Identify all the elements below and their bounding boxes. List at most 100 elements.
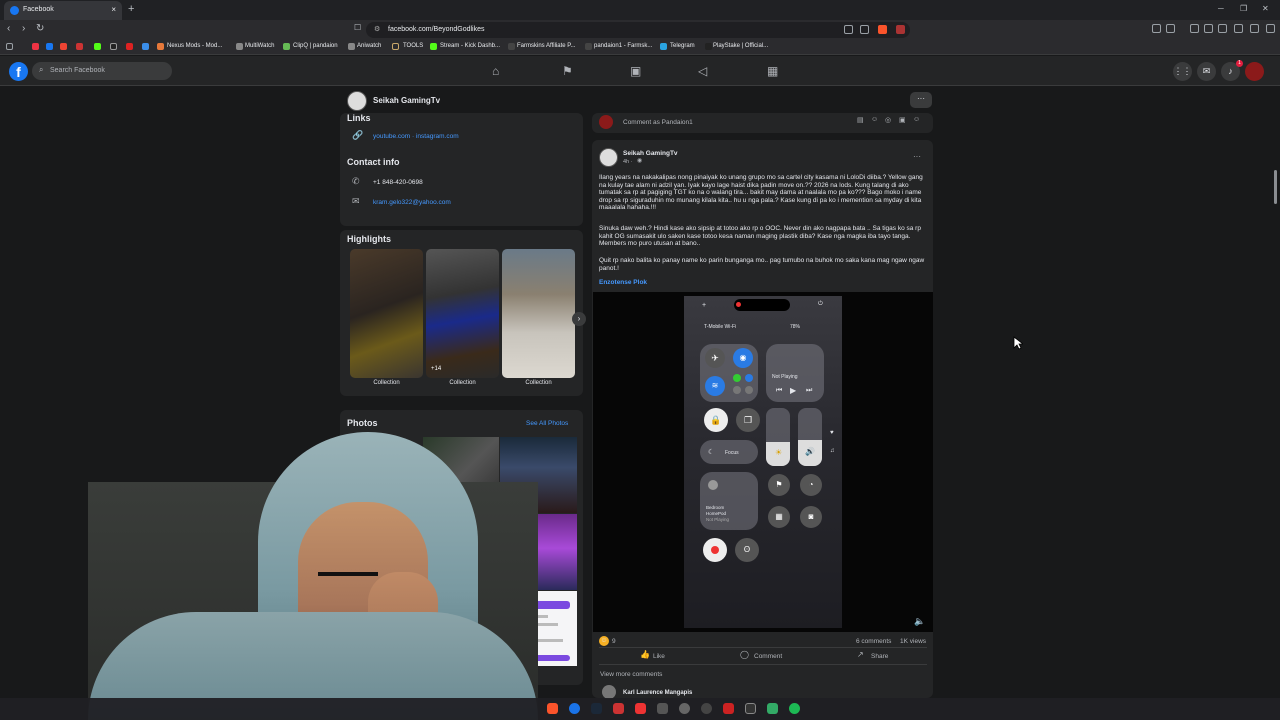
post-author-avatar[interactable]: [599, 148, 618, 167]
chevron-right-icon[interactable]: ›: [572, 312, 586, 326]
highlight-thumb-2[interactable]: [426, 249, 499, 378]
home-icon[interactable]: ⌂: [492, 64, 499, 78]
app-taskbar-icon[interactable]: [745, 703, 756, 714]
see-all-photos-link[interactable]: See All Photos: [526, 420, 568, 427]
browser-tab[interactable]: Facebook ×: [4, 1, 122, 20]
reaction-count[interactable]: 9: [612, 638, 616, 645]
highlight-thumb-1[interactable]: [350, 249, 423, 378]
like-icon[interactable]: 👍: [640, 650, 650, 659]
post-more-icon[interactable]: ···: [913, 152, 921, 161]
menu-icon[interactable]: [1266, 24, 1275, 33]
sticker-icon[interactable]: ▤: [857, 116, 864, 124]
bookmark-telegram[interactable]: Telegram: [670, 43, 695, 49]
page-more-button[interactable]: ···: [910, 92, 932, 108]
minimize-icon[interactable]: ─: [1218, 4, 1224, 13]
events-icon[interactable]: ▦: [767, 64, 778, 78]
reload-icon[interactable]: ↻: [36, 23, 44, 34]
scrollbar-thumb[interactable]: [1274, 170, 1277, 204]
bookmark-icon[interactable]: ☐: [354, 23, 361, 32]
like-button[interactable]: Like: [653, 653, 665, 660]
comment-author[interactable]: Karl Laurence Mangapis: [623, 690, 692, 696]
bookmark-multiwatch[interactable]: MultiWatch: [245, 43, 274, 49]
extension-icon-1[interactable]: [1152, 24, 1161, 33]
adobe-taskbar-icon[interactable]: [635, 703, 646, 714]
brave-shield-icon[interactable]: [878, 25, 887, 34]
url-text: facebook.com/BeyondGodlikes: [388, 26, 485, 33]
app-taskbar-icon[interactable]: [723, 703, 734, 714]
obs-taskbar-icon[interactable]: [701, 703, 712, 714]
youtube-bookmark-icon[interactable]: [126, 43, 133, 50]
ad-center-icon[interactable]: ◁: [698, 64, 707, 78]
app-taskbar-icon[interactable]: [657, 703, 668, 714]
emoji-icon[interactable]: ☺: [871, 116, 878, 123]
share-icon[interactable]: [860, 25, 869, 34]
extension-icon-3[interactable]: [1234, 24, 1243, 33]
steam-taskbar-icon[interactable]: [591, 703, 602, 714]
bookmark-icon[interactable]: [76, 43, 83, 50]
bookmark-pandaion1-farmskins[interactable]: pandaion1 - Farmsk...: [594, 43, 652, 49]
bookmark-icon[interactable]: [142, 43, 149, 50]
page-avatar[interactable]: [347, 91, 367, 111]
maximize-icon[interactable]: ❐: [1240, 4, 1247, 13]
comment-count[interactable]: 6 comments: [856, 638, 891, 645]
share-button[interactable]: Share: [871, 653, 888, 660]
email-address[interactable]: kram.gelo322@yahoo.com: [373, 199, 451, 206]
settings-taskbar-icon[interactable]: [679, 703, 690, 714]
bookmark-stream-kick[interactable]: Stream - Kick Dashb...: [440, 43, 500, 49]
site-info-icon[interactable]: ⚙: [374, 25, 380, 33]
comment-author-avatar[interactable]: [602, 685, 616, 699]
tiktok-bookmark-icon[interactable]: [110, 43, 117, 50]
tagged-person-link[interactable]: Enzotense Plok: [599, 279, 647, 286]
bookmark-tools[interactable]: TOOLS: [403, 43, 423, 49]
apps-icon[interactable]: [6, 43, 13, 50]
window-close-icon[interactable]: ✕: [1262, 4, 1269, 13]
view-more-comments-link[interactable]: View more comments: [600, 671, 662, 678]
mute-icon[interactable]: 🔈: [914, 616, 925, 627]
gif-icon[interactable]: ▣: [899, 116, 906, 124]
new-tab-button[interactable]: +: [128, 3, 134, 15]
post-author[interactable]: Seikah GamingTv: [623, 150, 678, 157]
extension-icon-2[interactable]: [1166, 24, 1175, 33]
media-icon[interactable]: [1190, 24, 1199, 33]
bookmark-aniwatch[interactable]: Aniwatch: [357, 43, 381, 49]
menu-grid-icon[interactable]: ⋮⋮: [1173, 62, 1192, 81]
facebook-bookmark-icon[interactable]: [46, 43, 53, 50]
comment-button[interactable]: Comment: [754, 653, 782, 660]
address-bar[interactable]: ⚙ facebook.com/BeyondGodlikes: [366, 22, 910, 38]
bookmark-farmskins-affiliate[interactable]: Farmskins Affiliate P...: [517, 43, 575, 49]
sidebar-icon[interactable]: [1204, 24, 1213, 33]
comment-icon[interactable]: ◯: [740, 650, 749, 659]
facebook-logo-icon[interactable]: f: [9, 62, 28, 81]
tabs-icon[interactable]: [1218, 24, 1227, 33]
camera-icon[interactable]: ◎: [885, 116, 891, 124]
highlight-thumb-3[interactable]: [502, 249, 575, 378]
kick-bookmark-icon[interactable]: [94, 43, 101, 50]
pages-flag-icon[interactable]: ⚑: [562, 64, 573, 78]
bookmark-icon[interactable]: [32, 43, 39, 50]
spotify-taskbar-icon[interactable]: [789, 703, 800, 714]
back-icon[interactable]: ‹: [7, 23, 10, 34]
links-value[interactable]: youtube.com · instagram.com: [373, 133, 459, 140]
search-input[interactable]: ⌕ Search Facebook: [32, 62, 172, 80]
tab-close-icon[interactable]: ×: [111, 5, 116, 14]
account-avatar[interactable]: [1245, 62, 1264, 81]
wallet-icon[interactable]: [1250, 24, 1259, 33]
rewards-icon[interactable]: [896, 25, 905, 34]
app-taskbar-icon[interactable]: [767, 703, 778, 714]
share-icon[interactable]: ↗: [857, 650, 864, 659]
comment-input[interactable]: Comment as Pandaion1: [623, 119, 693, 126]
bookmark-nexus-mods[interactable]: Nexus Mods - Mod...: [167, 43, 222, 49]
cast-icon[interactable]: [844, 25, 853, 34]
post-time[interactable]: 4h ·: [623, 159, 632, 165]
bookmark-clipq[interactable]: ClipQ | pandaion: [293, 43, 338, 49]
bookmark-playstake[interactable]: PlayStake | Official...: [713, 43, 768, 49]
photos-heading: Photos: [347, 418, 378, 428]
chrome-taskbar-icon[interactable]: [569, 703, 580, 714]
messenger-icon[interactable]: ✉: [1197, 62, 1216, 81]
app-taskbar-icon[interactable]: [613, 703, 624, 714]
video-icon[interactable]: ▣: [630, 64, 641, 78]
brave-taskbar-icon[interactable]: [547, 703, 558, 714]
avatar-sticker-icon[interactable]: ☺: [913, 116, 920, 123]
bookmark-icon[interactable]: [60, 43, 67, 50]
forward-icon[interactable]: ›: [22, 23, 25, 34]
